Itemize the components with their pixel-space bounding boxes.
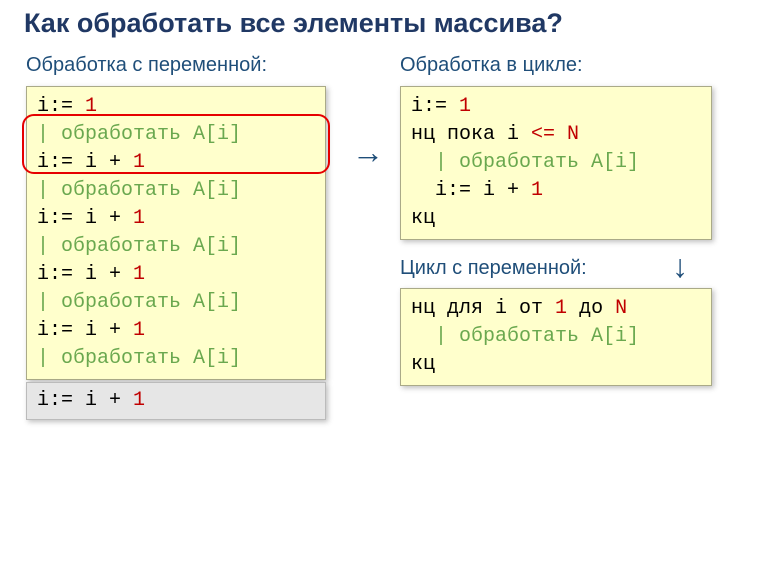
arrow-right-icon: →	[352, 136, 384, 168]
arrow-down-icon: ↓	[672, 250, 688, 282]
subheading-right: Обработка в цикле:	[400, 54, 583, 77]
code-block-unrolled: i:= 1 | обработать A[i] i:= i + 1 | обра…	[26, 86, 326, 380]
slide-title: Как обработать все элементы массива?	[24, 8, 563, 39]
code-block-grey-remainder: i:= i + 1	[26, 382, 326, 420]
code-block-for-loop: нц для i от 1 до N | обработать A[i] кц	[400, 288, 712, 386]
subheading-loopvar: Цикл с переменной:	[400, 257, 587, 280]
subheading-left: Обработка с переменной:	[26, 54, 267, 77]
code-block-while-loop: i:= 1 нц пока i <= N | обработать A[i] i…	[400, 86, 712, 240]
